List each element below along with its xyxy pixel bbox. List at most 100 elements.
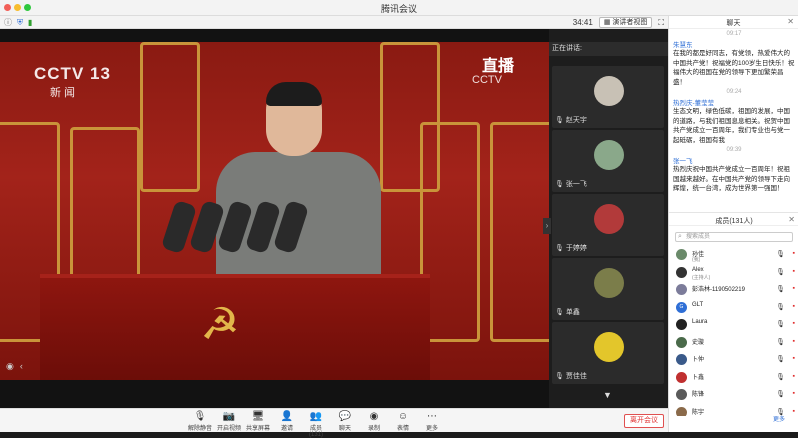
more-button[interactable]: ⋯ 更多	[420, 411, 444, 438]
video-controls: ◉ ‹	[6, 361, 23, 372]
avatar	[676, 249, 687, 260]
chat-button[interactable]: 💬 聊天	[333, 411, 357, 438]
cctv-logo-sub: 新 闻	[50, 87, 76, 99]
camera-off-icon[interactable]: ▪	[793, 268, 795, 275]
message-time: 09:39	[726, 147, 742, 153]
mic-muted-icon[interactable]: 🎙	[776, 355, 785, 363]
view-toggle-button[interactable]: ▦ 演讲者视图	[598, 17, 653, 28]
message-text: 热烈庆祝中国共产党成立一百周年！祝祖国越来越好。在中国共产党的领导下走向辉煌，统…	[673, 166, 790, 192]
share-screen-button[interactable]: 🖥 共享屏幕	[246, 411, 270, 438]
mic-muted-icon: 🎙	[555, 181, 564, 188]
mic-muted-icon[interactable]: 🎙	[776, 338, 785, 346]
more-icon: ⋯	[427, 411, 437, 422]
decor-panel	[490, 122, 549, 342]
member-row[interactable]: G GLT 🎙 ▪	[669, 299, 798, 317]
member-row[interactable]: Laura 🎙 ▪	[669, 316, 798, 334]
avatar	[676, 406, 687, 416]
camera-off-icon[interactable]: ▪	[793, 250, 795, 257]
avatar	[676, 371, 687, 383]
close-icon[interactable]: ✕	[788, 215, 795, 224]
message-time: 09:17	[726, 31, 742, 37]
mute-toggle-button[interactable]: 🎙 解除静音	[188, 411, 212, 438]
participant-tile[interactable]: 🎙 于婷婷	[552, 194, 664, 256]
participant-tile[interactable]: 🎙 张一飞	[552, 130, 664, 192]
mic-muted-icon[interactable]: 🎙	[776, 250, 785, 258]
avatar	[594, 332, 624, 362]
avatar	[594, 140, 624, 170]
camera-off-icon[interactable]: ▪	[793, 373, 795, 380]
invite-button[interactable]: 👤 邀请	[275, 411, 299, 438]
member-row[interactable]: 史璇 🎙 ▪	[669, 334, 798, 352]
message-sender: 朱慧东	[673, 42, 693, 49]
shield-icon[interactable]: ⛨	[17, 18, 23, 28]
members-title: 成员(131人)	[715, 218, 753, 225]
camera-off-icon[interactable]: ▪	[793, 390, 795, 397]
speaker-figure	[216, 82, 381, 292]
expand-strip-handle[interactable]: ›	[543, 218, 551, 234]
camera-off-icon[interactable]: ▪	[793, 303, 795, 310]
avatar	[676, 266, 687, 278]
leave-meeting-button[interactable]: 离开会议	[624, 414, 664, 428]
camera-icon: 📷	[222, 411, 236, 422]
camera-off-icon[interactable]: ▪	[793, 338, 795, 345]
mic-muted-icon[interactable]: 🎙	[776, 390, 785, 398]
participant-tile[interactable]: 🎙 单鑫	[552, 258, 664, 320]
participant-tile[interactable]: 🎙 赵天宇	[552, 66, 664, 128]
camera-off-icon[interactable]: ▪	[793, 355, 795, 362]
camera-off-icon[interactable]: ▪	[793, 320, 795, 327]
avatar	[676, 336, 687, 348]
chat-title: 聊天	[726, 20, 741, 27]
decor-panel	[380, 42, 440, 192]
bottom-toolbar: 🎙 解除静音 📷 开启视频 🖥 共享屏幕 👤 邀请 👥 成员(131) 💬 聊天 ◉ 录制 ☺…	[0, 408, 668, 438]
audio-icon[interactable]: ◉	[6, 361, 14, 372]
video-toggle-button[interactable]: 📷 开启视频	[217, 411, 241, 438]
member-row[interactable]: 卜鑫 🎙 ▪	[669, 369, 798, 387]
mic-muted-icon: 🎙	[555, 245, 564, 252]
record-button[interactable]: ◉ 录制	[362, 411, 386, 438]
emoji-button[interactable]: ☺ 表情	[391, 411, 415, 438]
collapse-icon[interactable]: ‹	[20, 361, 23, 372]
camera-off-icon[interactable]: ▪	[793, 285, 795, 292]
search-icon: ⌕	[678, 233, 682, 240]
window-title: 腾讯会议	[380, 4, 417, 14]
fullscreen-icon[interactable]: ⛶	[658, 18, 664, 28]
member-search-input[interactable]: ⌕ 搜索成员	[675, 232, 793, 242]
live-sub-label: CCTV	[472, 74, 502, 86]
mic-muted-icon[interactable]: 🎙	[776, 303, 785, 311]
members-header: 成员(131人) ✕	[669, 212, 798, 226]
member-row[interactable]: 彭浩林-1190502219 🎙 ▪	[669, 281, 798, 299]
meeting-window: 腾讯会议 ⓘ ⛨ ▮ 34:41 ▦ 演讲者视图 ⛶ CCTV 13 新 闻 直…	[0, 0, 798, 438]
avatar: G	[676, 301, 687, 313]
participant-tile[interactable]: 🎙 贾佳佳	[552, 322, 664, 384]
member-row[interactable]: 孙佳 (我) 🎙 ▪	[669, 246, 798, 264]
avatar	[594, 268, 624, 298]
toolbar-buttons: 🎙 解除静音 📷 开启视频 🖥 共享屏幕 👤 邀请 👥 成员(131) 💬 聊天 ◉ 录制 ☺…	[188, 411, 444, 438]
mic-muted-icon[interactable]: 🎙	[776, 320, 785, 328]
more-members-link[interactable]: 更多	[773, 414, 785, 423]
chat-messages: 09:17 朱慧东 在我的都是好同志，有党领，热爱伟大的中国共产党！祝福党的10…	[669, 29, 798, 212]
mic-muted-icon: 🎙	[555, 373, 564, 380]
mic-muted-icon[interactable]: 🎙	[776, 285, 785, 293]
member-list: 孙佳 (我) 🎙 ▪ Alex (主持人) 🎙 ▪ 彭浩林-1190502219 🎙 ▪ G GL…	[669, 246, 798, 416]
member-row[interactable]: 卜仲 🎙 ▪	[669, 351, 798, 369]
member-row[interactable]: 陈锋 🎙 ▪	[669, 386, 798, 404]
camera-off-icon[interactable]: ▪	[793, 408, 795, 415]
share-icon: 🖥	[251, 411, 265, 422]
close-icon[interactable]: ✕	[787, 17, 794, 26]
scroll-down-icon[interactable]: ▼	[603, 390, 612, 400]
message-text: 在我的都是好同志，有党领，热爱伟大的中国共产党！祝福党的100岁生日快乐！祝福伟…	[673, 50, 795, 86]
member-row[interactable]: Alex (主持人) 🎙 ▪	[669, 264, 798, 282]
members-icon: 👥	[309, 411, 323, 422]
members-button[interactable]: 👥 成员(131)	[304, 411, 328, 438]
shared-video[interactable]: CCTV 13 新 闻 直播 CCTV ☭ ◉ ‹	[0, 42, 549, 380]
message-sender: 张一飞	[673, 158, 693, 165]
grid-icon: ▦	[603, 19, 611, 26]
signal-icon: ▮	[28, 18, 33, 27]
mic-muted-icon[interactable]: 🎙	[776, 373, 785, 381]
avatar	[676, 389, 687, 400]
message-text: 生态文明，绿色低碳，祖国的发展，中国的道路，与我们祖国息息相关。祝贺中国共产党成…	[673, 108, 790, 144]
mic-muted-icon[interactable]: 🎙	[776, 268, 785, 276]
info-icon[interactable]: ⓘ	[4, 17, 12, 28]
invite-icon: 👤	[280, 411, 294, 422]
speaking-indicator: 正在讲话:	[549, 42, 668, 56]
